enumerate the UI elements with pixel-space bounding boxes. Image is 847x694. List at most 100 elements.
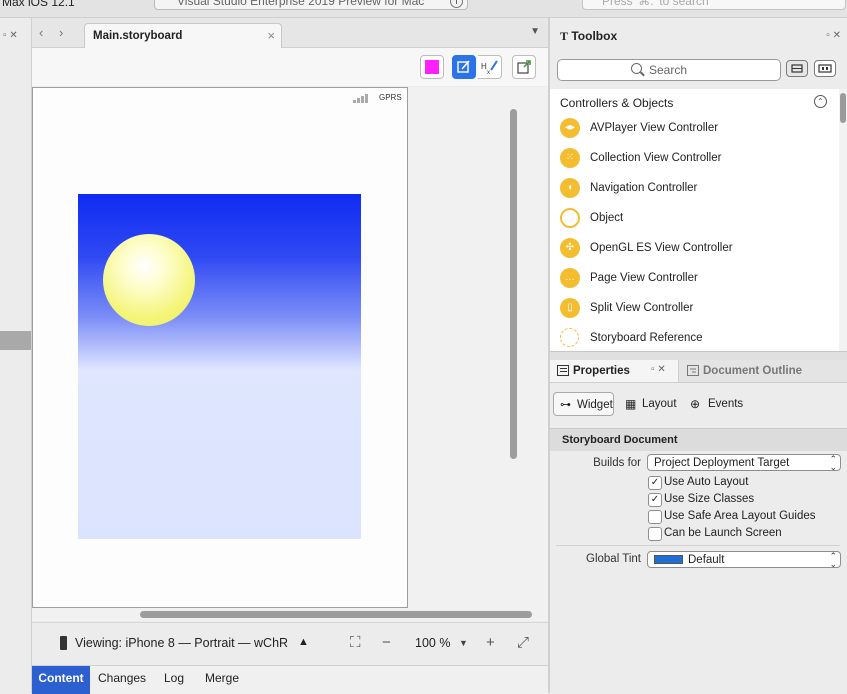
subtab-layout-label: Layout	[642, 398, 677, 410]
edit-mode-button[interactable]	[452, 55, 476, 79]
zoom-dropdown-icon[interactable]: ▼	[459, 638, 468, 648]
toolbox-title-text: Toolbox	[571, 29, 618, 43]
document-outline-icon	[687, 365, 699, 376]
subtab-widget[interactable]: ⊶ Widget	[553, 392, 614, 416]
toolbox-item-label: AVPlayer View Controller	[590, 122, 719, 134]
global-search-input[interactable]: Press '⌘.' to search	[582, 0, 846, 10]
color-swatch-button[interactable]	[420, 55, 444, 79]
scheme-target-label[interactable]: Max iOS 12.1	[2, 0, 75, 9]
tab-main-storyboard[interactable]: Main.storyboard ×	[84, 23, 282, 48]
forward-chevron-icon[interactable]: ›	[59, 25, 63, 40]
tab-content[interactable]: Content	[32, 666, 90, 694]
device-viewing-bar: Viewing: iPhone 8 — Portrait — wChR ▲ ⛶ …	[32, 622, 548, 665]
widget-icon: ⊶	[560, 399, 571, 411]
tab-properties[interactable]: Properties ▫ ✕	[550, 360, 679, 382]
back-chevron-icon[interactable]: ‹	[39, 25, 43, 40]
pad-controls-icon[interactable]: ▫ ✕	[3, 30, 18, 41]
toolbox-item[interactable]: ⁙ Collection View Controller	[550, 144, 839, 174]
export-button[interactable]	[512, 55, 536, 79]
window-title-box: Visual Studio Enterprise 2019 Preview fo…	[154, 0, 468, 10]
toolbox-scrollbar[interactable]	[839, 89, 847, 351]
pad-controls-icon[interactable]: ▫ ✕	[651, 364, 666, 375]
subtab-events[interactable]: ⊕ Events	[690, 392, 750, 416]
tab-changes[interactable]: Changes	[98, 666, 146, 694]
subtab-events-label: Events	[708, 398, 744, 410]
toolbox-item[interactable]: … Page View Controller	[550, 264, 839, 294]
document-tab-bar: ‹ › Main.storyboard × ▼	[32, 18, 548, 48]
grid-view-icon	[818, 64, 832, 73]
collapse-chevron-icon[interactable]: ⌃	[814, 95, 827, 108]
tab-log[interactable]: Log	[164, 666, 184, 694]
tab-overflow-icon[interactable]: ▼	[530, 26, 540, 37]
toolbox-item-label: OpenGL ES View Controller	[590, 242, 733, 254]
builds-for-select[interactable]: Project Deployment Target ⌃ ⌄	[647, 454, 841, 472]
toolbox-item[interactable]: ◖ Navigation Controller	[550, 174, 839, 204]
use-safe-area-checkbox[interactable]	[648, 510, 662, 524]
edit-icon	[457, 60, 470, 73]
toolbox-item-label: Storyboard Reference	[590, 332, 703, 344]
use-size-classes-checkbox[interactable]: ✓	[648, 493, 662, 507]
list-view-button[interactable]	[786, 60, 808, 77]
fit-screen-icon[interactable]: ⛶	[350, 634, 361, 651]
collection-icon: ⁙	[560, 148, 580, 168]
page-icon: …	[560, 268, 580, 288]
left-pad-handle[interactable]	[0, 331, 31, 350]
global-tint-label: Global Tint	[586, 553, 641, 565]
grid-view-button[interactable]	[814, 60, 836, 77]
builds-for-value: Project Deployment Target	[654, 457, 790, 469]
image-view[interactable]	[78, 194, 361, 539]
properties-icon	[557, 365, 569, 376]
editor-toolbar: Hx	[32, 48, 548, 86]
toolbox-item[interactable]: Storyboard Reference	[550, 324, 839, 351]
pad-controls-icon[interactable]: ▫ ✕	[826, 30, 841, 41]
global-tint-select[interactable]: Default ⌃ ⌄	[647, 551, 841, 569]
section-title: Storyboard Document	[562, 434, 678, 446]
toolbox-search-input[interactable]: Search	[557, 59, 781, 81]
use-safe-area-label: Use Safe Area Layout Guides	[664, 510, 816, 522]
toolbox-item[interactable]: Object	[550, 204, 839, 234]
constraints-mode-button[interactable]: Hx	[478, 55, 502, 79]
toolbox-item-label: Navigation Controller	[590, 182, 698, 194]
tab-merge[interactable]: Merge	[205, 666, 239, 694]
scrollbar-thumb[interactable]	[840, 93, 846, 123]
info-icon[interactable]: i	[450, 0, 463, 8]
list-view-icon	[791, 64, 803, 73]
updown-icon: ⌃ ⌄	[829, 454, 837, 472]
zoom-level[interactable]: 100 %	[415, 636, 450, 650]
updown-icon: ⌃ ⌄	[829, 551, 837, 569]
canvas-vertical-scrollbar[interactable]	[510, 109, 517, 459]
avplayer-icon: ◂▸	[560, 118, 580, 138]
split-icon: ▯	[560, 298, 580, 318]
zoom-out-icon[interactable]: −	[382, 634, 391, 651]
use-auto-layout-label: Use Auto Layout	[664, 476, 749, 488]
toolbox-item[interactable]: ▯ Split View Controller	[550, 294, 839, 324]
subtab-layout[interactable]: ▦ Layout	[625, 392, 685, 416]
canvas-horizontal-scrollbar[interactable]	[140, 611, 532, 618]
use-auto-layout-checkbox[interactable]: ✓	[648, 476, 662, 490]
svg-text:x: x	[487, 70, 490, 76]
close-icon[interactable]: ×	[267, 28, 275, 43]
launch-screen-checkbox[interactable]	[648, 527, 662, 541]
iphone-icon	[60, 636, 67, 650]
toolbox-item[interactable]: ✣ OpenGL ES View Controller	[550, 234, 839, 264]
zoom-in-icon[interactable]: +	[486, 634, 495, 651]
viewing-device-label[interactable]: Viewing: iPhone 8 — Portrait — wChR	[75, 636, 288, 650]
events-arrow-icon: ⊕	[690, 397, 701, 411]
constraint-brush-icon: Hx	[481, 60, 498, 76]
left-pad-strip: ▫ ✕	[0, 18, 32, 693]
toolbox-title: T Toolbox	[560, 29, 617, 44]
window-titlebar: Max iOS 12.1 Visual Studio Enterprise 20…	[0, 0, 847, 18]
toolbox-pad: T Toolbox ▫ ✕ Search	[550, 18, 847, 81]
design-canvas[interactable]: GPRS	[32, 87, 548, 621]
color-swatch-icon	[425, 60, 439, 74]
triangle-up-icon[interactable]: ▲	[298, 636, 309, 648]
toolbox-item[interactable]: ◂▸ AVPlayer View Controller	[550, 114, 839, 144]
section-controllers-objects[interactable]: Controllers & Objects	[560, 96, 673, 110]
object-icon	[560, 208, 580, 228]
tab-document-outline[interactable]: Document Outline	[683, 360, 843, 382]
view-controller-scene[interactable]: GPRS	[32, 87, 408, 608]
expand-icon[interactable]: ⤢	[517, 634, 529, 651]
search-icon	[631, 63, 642, 74]
signal-bars-icon	[353, 94, 368, 103]
use-size-classes-label: Use Size Classes	[664, 493, 755, 505]
